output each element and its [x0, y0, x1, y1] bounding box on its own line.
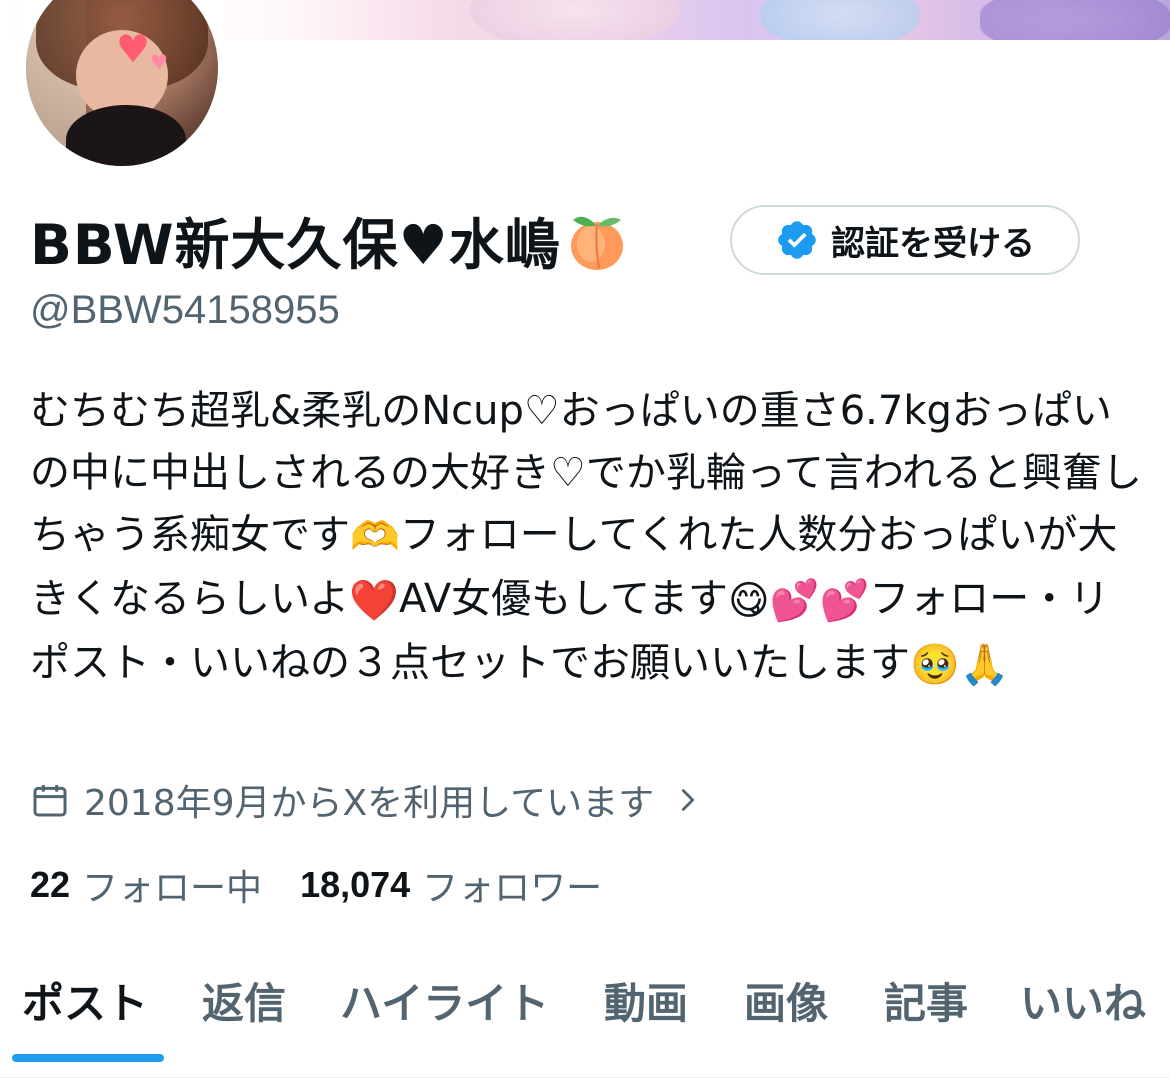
two-hearts-emoji-icon: 💕 — [769, 578, 820, 624]
active-tab-indicator — [12, 1054, 164, 1062]
heart-sticker-icon: ♥ — [116, 27, 151, 71]
banner-decoration — [980, 0, 1170, 40]
two-hearts-emoji-icon: 💕 — [819, 578, 870, 624]
user-handle: @BBW54158955 — [30, 288, 340, 332]
following-count[interactable]: 22 — [30, 864, 70, 906]
bio-text: AV女優もしてます — [399, 576, 728, 622]
heart-sticker-icon: ♥ — [150, 50, 168, 74]
profile-bio: むちむち超乳&柔乳のNcup♡おっぱいの重さ6.7kgおっぱいの中に中出しされる… — [30, 380, 1145, 696]
followers-label[interactable]: フォロワー — [422, 859, 602, 911]
name-row: BBW新大久保♥水嶋 — [30, 200, 629, 280]
chevron-right-icon — [682, 789, 695, 811]
get-verified-label: 認証を受ける — [831, 223, 1035, 264]
heart-hands-emoji-icon: 🫶 — [350, 514, 400, 560]
folded-hands-emoji-icon: 🙏 — [959, 642, 1010, 688]
banner-decoration — [760, 0, 920, 40]
calendar-icon — [33, 785, 67, 817]
join-date: 2018年9月からXを利用しています — [84, 783, 655, 824]
tab-videos[interactable]: 動画 — [604, 970, 688, 1031]
verified-badge-icon — [778, 221, 816, 259]
tab-media[interactable]: 画像 — [744, 970, 828, 1031]
profile-tabs: ポスト 返信 ハイライト 動画 画像 記事 いいね — [0, 950, 1170, 1078]
banner-decoration — [470, 0, 680, 40]
tab-likes[interactable]: いいね — [1020, 970, 1146, 1031]
following-label[interactable]: フォロー中 — [82, 859, 262, 911]
tab-posts[interactable]: ポスト — [22, 970, 148, 1031]
get-verified-button[interactable]: 認証を受ける — [730, 205, 1080, 275]
peach-emoji-icon — [570, 216, 623, 270]
tab-replies[interactable]: 返信 — [202, 970, 286, 1031]
teary-face-emoji-icon: 🥹 — [910, 642, 960, 688]
red-heart-emoji-icon: ❤️ — [349, 578, 400, 624]
followers-count[interactable]: 18,074 — [300, 864, 410, 906]
follow-stats: 22 フォロー中 18,074 フォロワー — [30, 858, 640, 912]
join-date-row[interactable]: 2018年9月からXを利用しています — [30, 775, 702, 825]
avatar-clothing — [66, 105, 186, 166]
yum-face-emoji-icon: 😋 — [727, 578, 770, 624]
tab-highlights[interactable]: ハイライト — [340, 970, 549, 1031]
display-name: BBW新大久保♥水嶋 — [30, 213, 561, 277]
tab-articles[interactable]: 記事 — [884, 970, 968, 1031]
